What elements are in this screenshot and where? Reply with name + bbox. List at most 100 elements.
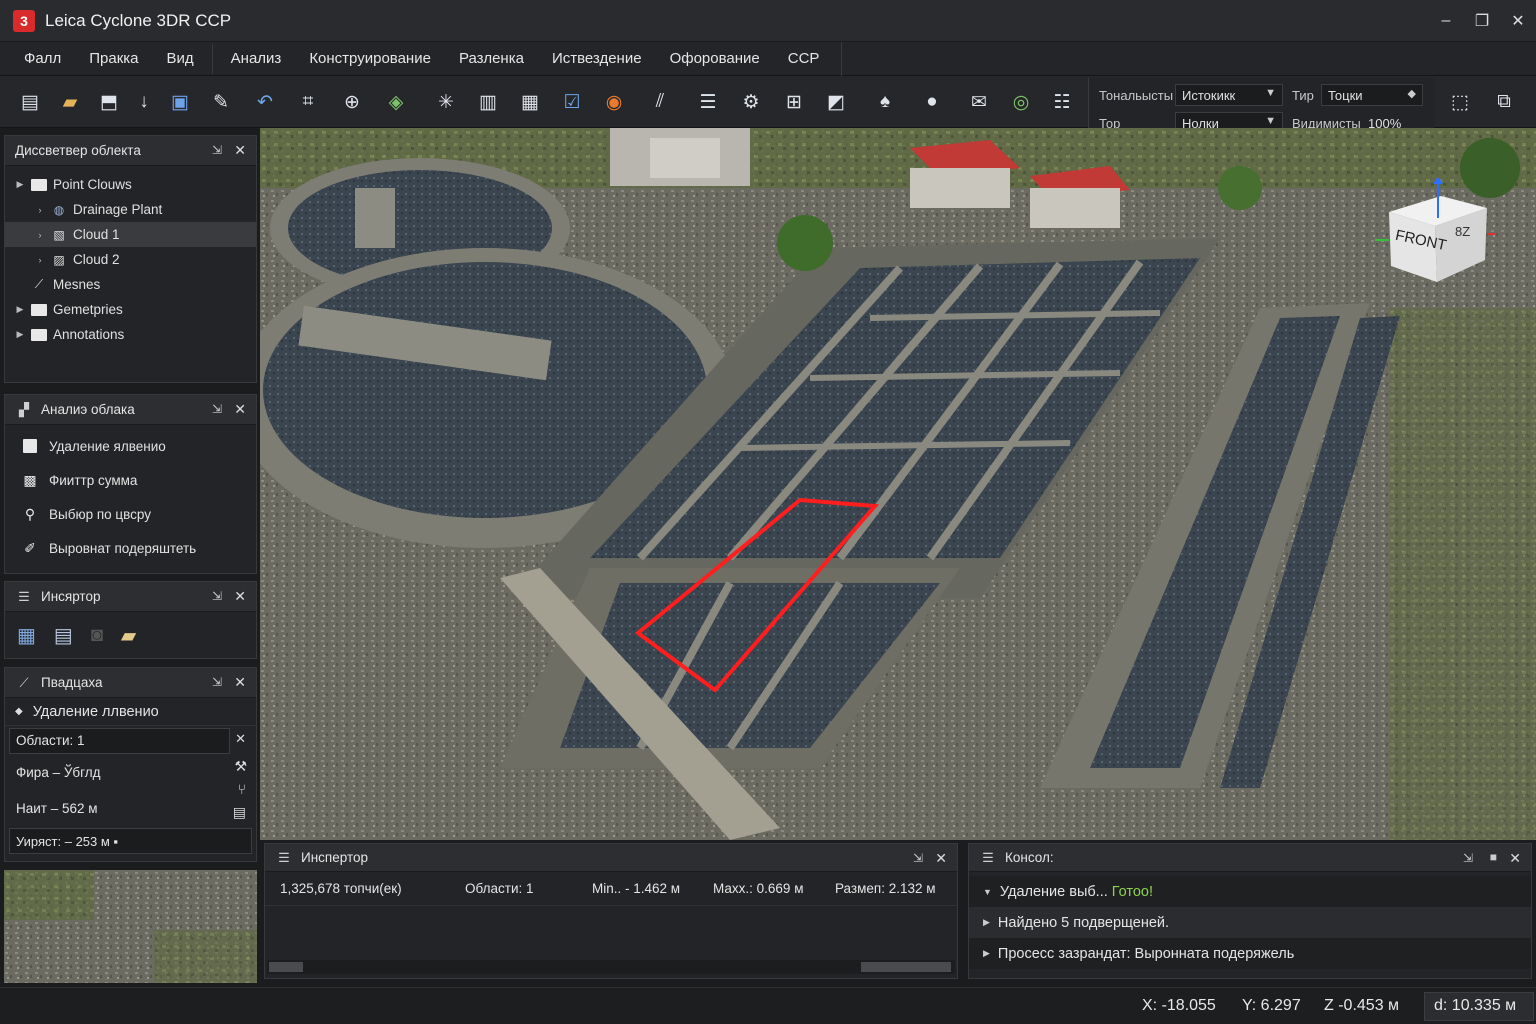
viewcube-side-label[interactable]: 8Z — [1455, 224, 1470, 239]
settings-gear-icon[interactable]: ⚙ — [737, 88, 765, 116]
close-icon[interactable]: ✕ — [234, 142, 246, 159]
calculator-icon[interactable]: ▤ — [233, 804, 246, 821]
menu-report[interactable]: Офорование — [656, 42, 774, 76]
expand-arrow-icon[interactable]: ▶ — [983, 917, 990, 928]
expand-arrow-icon[interactable]: › — [33, 255, 47, 265]
expand-arrow-icon[interactable]: ▶ — [13, 329, 27, 340]
expand-arrow-icon[interactable]: ▶ — [983, 948, 990, 959]
expand-arrow-icon[interactable]: › — [33, 205, 47, 215]
close-icon[interactable]: ✕ — [234, 401, 246, 418]
slice-icon[interactable]: ⫽ — [646, 88, 674, 116]
menu-segmentation[interactable]: Разленка — [445, 42, 538, 76]
filter-icon[interactable]: ⊞ — [780, 88, 808, 116]
expand-arrow-icon[interactable]: › — [33, 230, 47, 240]
expand-arrow-icon[interactable]: ▼ — [983, 887, 992, 897]
menu-edit[interactable]: Пракка — [75, 42, 152, 76]
tool-select-by-color[interactable]: ⚲ Выбюр по цвсру — [5, 497, 256, 531]
tree-item-cloud-1[interactable]: › ▧ Cloud 1 — [5, 222, 256, 247]
user-icon[interactable]: ● — [918, 88, 946, 116]
window-settings-icon[interactable]: ⧉ — [1490, 88, 1518, 116]
menu-ccp[interactable]: CCP — [774, 42, 834, 76]
inspector-title: Инспертор — [301, 850, 368, 865]
close-window-button[interactable]: ✕ — [1500, 0, 1536, 42]
scrollbar-thumb-left[interactable] — [269, 962, 303, 972]
mail-icon[interactable]: ✉ — [965, 88, 993, 116]
tonal-select[interactable]: Истокикк ▼ — [1175, 84, 1283, 106]
columns-icon[interactable]: ▦ — [516, 88, 544, 116]
download-icon[interactable]: ↓ — [130, 88, 158, 116]
measure-icon[interactable]: ⊕ — [338, 88, 366, 116]
edit-icon[interactable]: ✎ — [207, 88, 235, 116]
globe-icon[interactable]: ◎ — [1007, 88, 1035, 116]
cube-view-icon[interactable]: ⬚ — [1446, 88, 1474, 116]
menu-inspection[interactable]: Иствездение — [538, 42, 656, 76]
pin-icon[interactable]: ⇲ — [212, 402, 222, 416]
pin-icon[interactable]: ⇲ — [913, 851, 923, 865]
close-icon[interactable]: ✕ — [234, 674, 246, 691]
clear-icon[interactable]: ✕ — [235, 731, 246, 747]
split-icon[interactable]: ⑂ — [238, 781, 246, 797]
menu-separator — [841, 41, 843, 76]
pin-icon[interactable]: ⇲ — [1463, 851, 1473, 865]
menu-analysis[interactable]: Анализ — [217, 42, 296, 76]
save-icon[interactable]: ▣ — [166, 88, 194, 116]
close-icon[interactable]: ✕ — [234, 588, 246, 605]
point-cloud-scene[interactable] — [260, 128, 1536, 840]
menu-view[interactable]: Вид — [153, 42, 208, 76]
import-icon[interactable]: ⬒ — [95, 88, 123, 116]
menu-construction[interactable]: Конструирование — [295, 42, 445, 76]
layers-icon[interactable]: ▥ — [474, 88, 502, 116]
close-icon[interactable]: ✕ — [935, 850, 947, 867]
check-doc-icon[interactable]: ☑ — [558, 88, 586, 116]
tree-icon[interactable]: ♠ — [871, 88, 899, 116]
dispatcher-title: Диссветвер облекта — [15, 143, 141, 158]
maximize-icon[interactable]: ■ — [1490, 850, 1497, 864]
mesh-icon[interactable]: ◈ — [382, 88, 410, 116]
export-doc-icon[interactable]: ▰ — [121, 623, 136, 648]
pin-icon[interactable]: ⇲ — [212, 143, 222, 157]
minimap-thumbnail[interactable] — [4, 870, 257, 983]
crop-icon[interactable]: ⌗ — [294, 88, 322, 116]
close-icon[interactable]: ✕ — [1509, 850, 1521, 867]
horizontal-scrollbar[interactable] — [267, 960, 955, 974]
open-folder-icon[interactable]: ▰ — [56, 88, 84, 116]
width-field[interactable]: Уиряст: – 253 м ▪ — [9, 828, 252, 854]
type-select[interactable]: Тоцки ◆ — [1321, 84, 1423, 106]
view-cube[interactable]: FRONT 8Z — [1375, 176, 1499, 298]
tool-filter[interactable]: ▩ Фииттр сумма — [5, 463, 256, 497]
folder-icon — [31, 303, 47, 317]
undo-icon[interactable]: ↶ — [251, 88, 279, 116]
expand-arrow-icon[interactable]: ▶ — [13, 179, 27, 190]
size-value: Размеп: 2.132 м — [835, 881, 936, 896]
tree-item-geometries[interactable]: ▶ Gemetpries — [5, 297, 256, 322]
list-icon[interactable]: ☷ — [1048, 88, 1076, 116]
grid-view-icon[interactable]: ▦ — [17, 623, 36, 648]
analysis-icon: ▞ — [19, 401, 29, 417]
hammer-icon[interactable]: ⚒ — [234, 758, 247, 775]
tree-item-cloud-2[interactable]: › ▨ Cloud 2 — [5, 247, 256, 272]
type-label: Тир — [1292, 88, 1314, 103]
pin-icon[interactable]: ⇲ — [212, 589, 222, 603]
areas-field[interactable]: Области: 1 — [9, 728, 230, 754]
analysis-header: ▞ Аналиэ облака ⇲ ✕ — [5, 395, 256, 425]
menu-file[interactable]: Фалл — [10, 42, 75, 76]
browser-icon[interactable]: ◉ — [600, 88, 628, 116]
cloud-image-icon: ▨ — [53, 252, 65, 267]
scatter-icon[interactable]: ✳ — [432, 88, 460, 116]
align-icon[interactable]: ☰ — [694, 88, 722, 116]
tree-item-drainage-plant[interactable]: › ◍ Drainage Plant — [5, 197, 256, 222]
compare-icon[interactable]: ▤ — [54, 623, 73, 648]
tree-item-annotations[interactable]: ▶ Annotations — [5, 322, 256, 347]
maximize-button[interactable]: ❐ — [1464, 0, 1500, 42]
3d-viewport[interactable]: FRONT 8Z — [260, 128, 1536, 840]
expand-arrow-icon[interactable]: ▶ — [13, 304, 27, 315]
new-file-icon[interactable]: ▤ — [16, 88, 44, 116]
tool-align[interactable]: ✐ Выровнат подеряштеть — [5, 531, 256, 565]
tree-item-meshes[interactable]: ⟋ Mesnes — [5, 272, 256, 297]
chart-icon[interactable]: ◩ — [822, 88, 850, 116]
scrollbar-thumb-right[interactable] — [861, 962, 951, 972]
pin-icon[interactable]: ⇲ — [212, 675, 222, 689]
minimize-button[interactable]: – — [1428, 0, 1464, 42]
tool-remove-noise[interactable]: Удаление ялвенио — [5, 429, 256, 463]
tree-item-point-clouds[interactable]: ▶ Point Clouws — [5, 172, 256, 197]
